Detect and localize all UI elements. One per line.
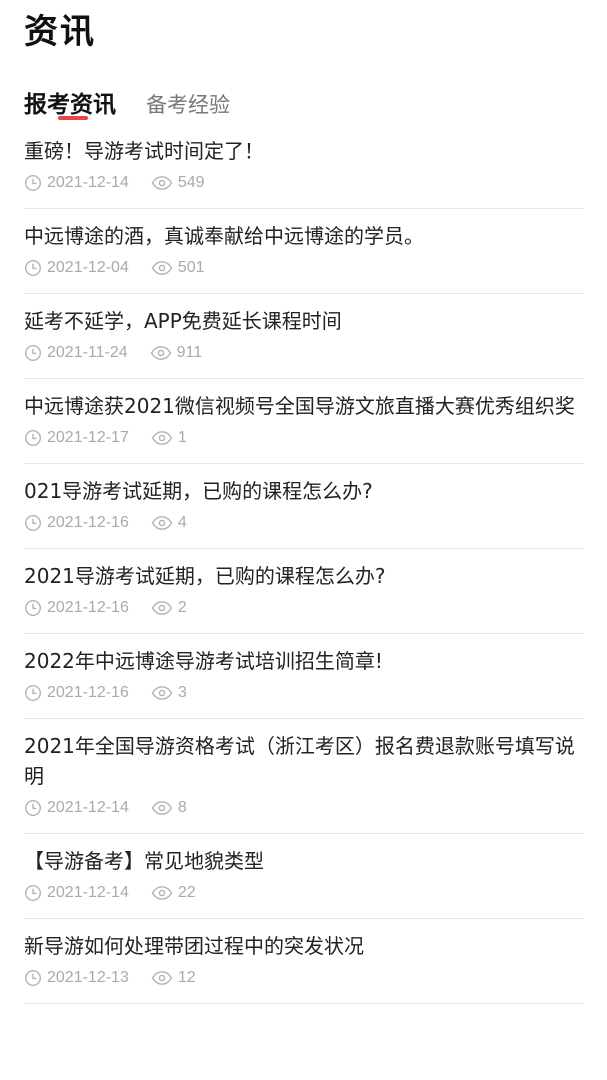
news-views: 8 [177, 799, 187, 816]
news-date: 2021-12-14 [47, 174, 129, 191]
news-title: 【导游备考】常见地貌类型 [24, 849, 264, 873]
clock-icon [24, 684, 42, 702]
list-item[interactable]: 2021导游考试延期，已购的课程怎么办? 2021-12-16 2 [24, 549, 584, 634]
news-views: 4 [177, 514, 187, 531]
active-tab-indicator [58, 116, 88, 120]
news-meta: 2021-12-16 3 [24, 682, 584, 704]
news-views: 501 [177, 259, 205, 276]
news-views: 22 [177, 884, 196, 901]
news-title: 中远博途的酒，真诚奉献给中远博途的学员。 [24, 224, 424, 248]
eye-icon [151, 429, 173, 447]
tab-bar: 报考资讯 备考经验 [24, 78, 260, 122]
news-date: 2021-12-13 [47, 969, 129, 986]
clock-icon [24, 174, 42, 192]
news-date: 2021-12-16 [47, 684, 129, 701]
news-views: 2 [177, 599, 187, 616]
list-item[interactable]: 2021年全国导游资格考试（浙江考区）报名费退款账号填写说明 2021-12-1… [24, 719, 584, 834]
news-title: 新导游如何处理带团过程中的突发状况 [24, 934, 364, 958]
clock-icon [24, 884, 42, 902]
clock-icon [24, 599, 42, 617]
list-item[interactable]: 【导游备考】常见地貌类型 2021-12-14 22 [24, 834, 584, 919]
news-meta: 2021-12-14 8 [24, 797, 584, 819]
news-title: 延考不延学，APP免费延长课程时间 [24, 309, 342, 333]
news-date: 2021-12-14 [47, 799, 129, 816]
news-meta: 2021-12-04 501 [24, 257, 584, 279]
eye-icon [151, 599, 173, 617]
news-title: 2021导游考试延期，已购的课程怎么办? [24, 564, 386, 588]
list-item[interactable]: 延考不延学，APP免费延长课程时间 2021-11-24 911 [24, 294, 584, 379]
news-title: 中远博途获2021微信视频号全国导游文旅直播大赛优秀组织奖 [24, 394, 575, 418]
list-item[interactable]: 中远博途的酒，真诚奉献给中远博途的学员。 2021-12-04 501 [24, 209, 584, 294]
news-title: 2021年全国导游资格考试（浙江考区）报名费退款账号填写说明 [24, 734, 575, 788]
eye-icon [151, 259, 173, 277]
eye-icon [151, 514, 173, 532]
news-meta: 2021-12-16 4 [24, 512, 584, 534]
eye-icon [151, 884, 173, 902]
news-views: 549 [177, 174, 205, 191]
news-date: 2021-12-17 [47, 429, 129, 446]
clock-icon [24, 514, 42, 532]
news-date: 2021-12-16 [47, 599, 129, 616]
news-meta: 2021-11-24 911 [24, 342, 584, 364]
clock-icon [24, 259, 42, 277]
clock-icon [24, 799, 42, 817]
list-item[interactable]: 中远博途获2021微信视频号全国导游文旅直播大赛优秀组织奖 2021-12-17… [24, 379, 584, 464]
news-list: 重磅！导游考试时间定了！ 2021-12-14 549 中远博途的酒，真诚奉献给… [24, 124, 584, 1004]
news-meta: 2021-12-14 549 [24, 172, 584, 194]
eye-icon [151, 799, 173, 817]
list-item[interactable]: 2022年中远博途导游考试培训招生简章! 2021-12-16 3 [24, 634, 584, 719]
news-views: 1 [177, 429, 187, 446]
eye-icon [151, 969, 173, 987]
news-meta: 2021-12-13 12 [24, 967, 584, 989]
news-page: 资讯 报考资讯 备考经验 重磅！导游考试时间定了！ 2021-12-14 549… [0, 0, 607, 1080]
news-meta: 2021-12-14 22 [24, 882, 584, 904]
news-date: 2021-12-04 [47, 259, 129, 276]
eye-icon [151, 684, 173, 702]
news-views: 3 [177, 684, 187, 701]
news-title: 2022年中远博途导游考试培训招生简章! [24, 649, 383, 673]
news-title: 重磅！导游考试时间定了！ [24, 139, 264, 163]
clock-icon [24, 429, 42, 447]
list-item[interactable]: 021导游考试延期，已购的课程怎么办? 2021-12-16 4 [24, 464, 584, 549]
clock-icon [24, 344, 42, 362]
news-title: 021导游考试延期，已购的课程怎么办? [24, 479, 373, 503]
list-item[interactable]: 重磅！导游考试时间定了！ 2021-12-14 549 [24, 124, 584, 209]
clock-icon [24, 969, 42, 987]
list-item[interactable]: 新导游如何处理带团过程中的突发状况 2021-12-13 12 [24, 919, 584, 1004]
news-views: 911 [176, 344, 203, 361]
news-date: 2021-12-14 [47, 884, 129, 901]
news-meta: 2021-12-17 1 [24, 427, 584, 449]
eye-icon [150, 344, 172, 362]
news-date: 2021-11-24 [47, 344, 128, 361]
news-views: 12 [177, 969, 196, 986]
page-title: 资讯 [24, 12, 96, 52]
news-date: 2021-12-16 [47, 514, 129, 531]
tab-study-experience[interactable]: 备考经验 [146, 88, 230, 122]
eye-icon [151, 174, 173, 192]
news-meta: 2021-12-16 2 [24, 597, 584, 619]
